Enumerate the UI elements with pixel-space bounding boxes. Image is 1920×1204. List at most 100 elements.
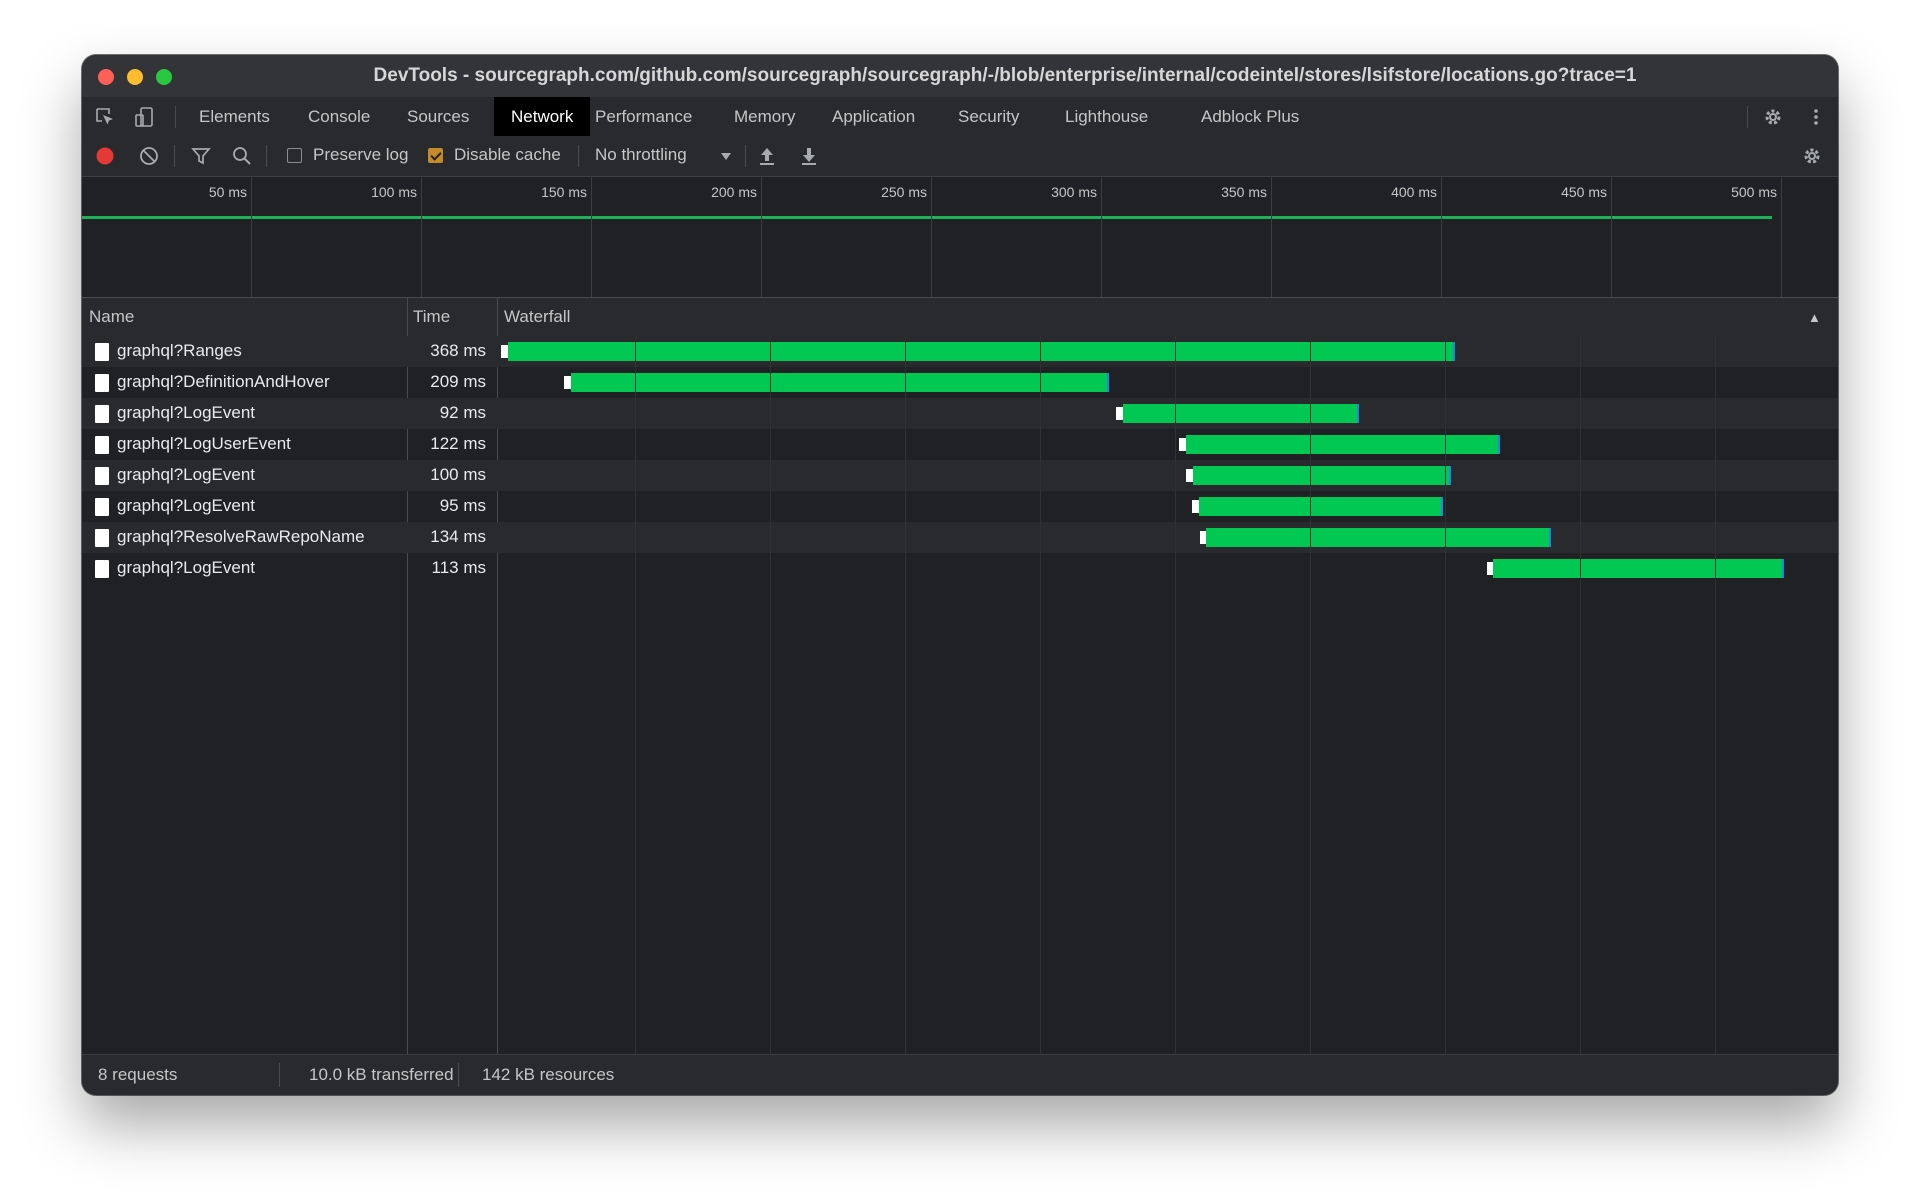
waterfall-download-bar <box>1198 497 1444 516</box>
search-icon[interactable] <box>231 145 253 167</box>
waterfall-gridline <box>1175 336 1176 1055</box>
waterfall-download-bar <box>1206 528 1552 547</box>
overview-gridline <box>1271 177 1272 297</box>
resources-size: 142 kB resources <box>482 1065 615 1084</box>
waterfall-wait-bar <box>1185 469 1194 482</box>
waterfall-gridline <box>1040 336 1041 1055</box>
tab-console[interactable]: Console <box>291 97 387 136</box>
request-name: graphql?DefinitionAndHover <box>117 372 330 391</box>
preserve-log-checkbox[interactable] <box>287 148 302 163</box>
tab-security[interactable]: Security <box>941 97 1036 136</box>
waterfall-download-bar <box>1185 435 1500 454</box>
maximize-window-button[interactable] <box>156 69 172 85</box>
device-toolbar-icon[interactable] <box>134 106 156 128</box>
toolbar-separator <box>578 145 579 167</box>
request-time: 113 ms <box>431 558 487 577</box>
clear-icon[interactable] <box>138 145 160 167</box>
overview-gridline <box>1441 177 1442 297</box>
overview-gridline <box>1781 177 1782 297</box>
export-har-icon[interactable] <box>798 145 820 167</box>
table-row[interactable]: graphql?Ranges 368 ms <box>82 336 1838 367</box>
waterfall-gridline <box>1445 336 1446 1055</box>
waterfall-download-bar <box>570 373 1109 392</box>
request-time: 122 ms <box>430 434 486 453</box>
timeline-overview[interactable]: 50 ms 100 ms 150 ms 200 ms 250 ms 300 ms 350 m… <box>82 177 1838 298</box>
tab-sources[interactable]: Sources <box>390 97 486 136</box>
tab-elements[interactable]: Elements <box>182 97 287 136</box>
overview-gridline <box>251 177 252 297</box>
table-row[interactable]: graphql?LogEvent 95 ms <box>82 491 1838 522</box>
overview-tick-label: 50 ms <box>208 184 247 200</box>
table-row[interactable]: graphql?LogEvent 100 ms <box>82 460 1838 491</box>
overview-tick-label: 150 ms <box>541 184 587 200</box>
table-row[interactable]: graphql?LogEvent 92 ms <box>82 398 1838 429</box>
tab-performance[interactable]: Performance <box>578 97 709 136</box>
waterfall-column-header[interactable]: Waterfall <box>504 307 570 327</box>
import-har-icon[interactable] <box>756 145 778 167</box>
window-title: DevTools - sourcegraph.com/github.com/so… <box>373 65 1637 86</box>
table-row[interactable]: graphql?DefinitionAndHover 209 ms <box>82 367 1838 398</box>
tab-adblock-plus[interactable]: Adblock Plus <box>1184 97 1316 136</box>
name-column-header[interactable]: Name <box>89 307 134 327</box>
tab-network[interactable]: Network <box>494 97 591 136</box>
disable-cache-checkbox[interactable] <box>428 148 443 163</box>
panel-tab-bar: Elements Console Sources Network Performance… <box>82 97 1838 137</box>
tab-memory[interactable]: Memory <box>717 97 812 136</box>
toolbar-separator <box>745 145 746 167</box>
request-count: 8 requests <box>98 1065 178 1084</box>
file-icon <box>95 498 109 516</box>
network-toolbar: Preserve log Disable cache No throttling <box>82 136 1838 177</box>
overview-gridline <box>1101 177 1102 297</box>
tab-application[interactable]: Application <box>815 97 932 136</box>
request-time: 209 ms <box>430 372 486 391</box>
overview-tick-label: 400 ms <box>1391 184 1437 200</box>
file-icon <box>95 343 109 361</box>
request-name: graphql?Ranges <box>117 341 242 360</box>
tab-lighthouse[interactable]: Lighthouse <box>1048 97 1165 136</box>
overview-gridline <box>1611 177 1612 297</box>
time-column-header[interactable]: Time <box>413 307 450 327</box>
request-time: 95 ms <box>439 496 486 515</box>
request-name: graphql?LogEvent <box>117 403 256 422</box>
title-bar: DevTools - sourcegraph.com/github.com/so… <box>82 55 1838 98</box>
overview-tick-label: 350 ms <box>1221 184 1267 200</box>
waterfall-gridline <box>1580 336 1581 1055</box>
record-button[interactable] <box>94 145 116 167</box>
overview-gridline <box>931 177 932 297</box>
settings-gear-icon[interactable] <box>1762 106 1784 128</box>
minimize-window-button[interactable] <box>127 69 143 85</box>
overview-activity-line <box>82 216 1772 219</box>
file-icon <box>95 436 109 454</box>
table-row[interactable]: graphql?LogEvent 113 ms <box>82 553 1838 584</box>
overview-tick-label: 450 ms <box>1561 184 1607 200</box>
close-window-button[interactable] <box>98 69 114 85</box>
inspect-element-icon[interactable] <box>94 106 116 128</box>
overview-gridline <box>421 177 422 297</box>
overview-tick-label: 250 ms <box>881 184 927 200</box>
chevron-down-icon[interactable] <box>715 145 737 167</box>
sort-ascending-icon[interactable]: ▲ <box>1808 310 1821 325</box>
throttling-select[interactable]: No throttling <box>595 145 687 165</box>
more-options-icon[interactable] <box>1805 106 1827 128</box>
devtools-window: DevTools - sourcegraph.com/github.com/so… <box>82 55 1838 1095</box>
file-icon <box>95 560 109 578</box>
table-row[interactable]: graphql?LogUserEvent 122 ms <box>82 429 1838 460</box>
status-bar: 8 requests 10.0 kB transferred 142 kB re… <box>82 1054 1838 1095</box>
overview-tick-label: 100 ms <box>371 184 417 200</box>
request-time: 134 ms <box>430 527 486 546</box>
overview-gridline <box>591 177 592 297</box>
filter-icon[interactable] <box>190 145 212 167</box>
requests-table: Name Time Waterfall ▲ graphql?Ranges 368 … <box>82 298 1838 1055</box>
request-name: graphql?LogUserEvent <box>117 434 291 453</box>
waterfall-gridline <box>1715 336 1716 1055</box>
waterfall-download-bar <box>1122 404 1360 423</box>
network-settings-gear-icon[interactable] <box>1801 145 1823 167</box>
request-name: graphql?ResolveRawRepoName <box>117 527 365 546</box>
waterfall-download-bar <box>1193 466 1451 485</box>
waterfall-download-bar <box>507 342 1455 361</box>
table-row[interactable]: graphql?ResolveRawRepoName 134 ms <box>82 522 1838 553</box>
waterfall-download-bar <box>1493 559 1784 578</box>
request-time: 368 ms <box>430 341 486 360</box>
file-icon <box>95 467 109 485</box>
overview-gridline <box>761 177 762 297</box>
